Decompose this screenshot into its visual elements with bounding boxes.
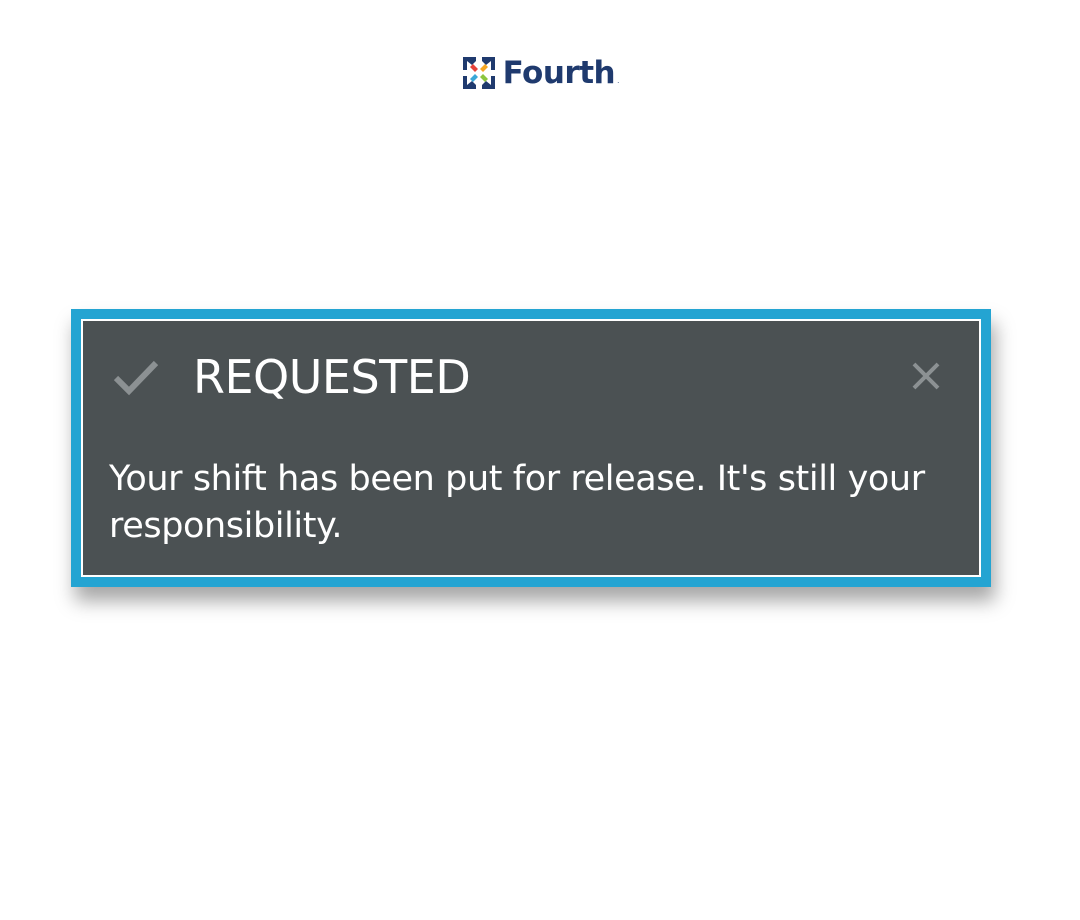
toast-body: REQUESTED Your shift has been put for re… xyxy=(81,319,981,577)
page: Fourth . REQUESTED Your shift has been p… xyxy=(0,0,1080,920)
toast-title: REQUESTED xyxy=(193,350,471,404)
check-icon xyxy=(113,360,159,396)
brand-trademark: . xyxy=(617,77,620,85)
close-icon[interactable] xyxy=(911,361,941,391)
toast-notification: REQUESTED Your shift has been put for re… xyxy=(71,309,991,587)
brand-header: Fourth . xyxy=(0,55,1080,91)
fourth-logo-mark-icon xyxy=(462,57,495,89)
brand-name: Fourth xyxy=(502,55,616,91)
fourth-logo: Fourth . xyxy=(461,55,620,91)
toast-header: REQUESTED xyxy=(111,350,471,404)
toast-message: Your shift has been put for release. It'… xyxy=(109,459,925,546)
